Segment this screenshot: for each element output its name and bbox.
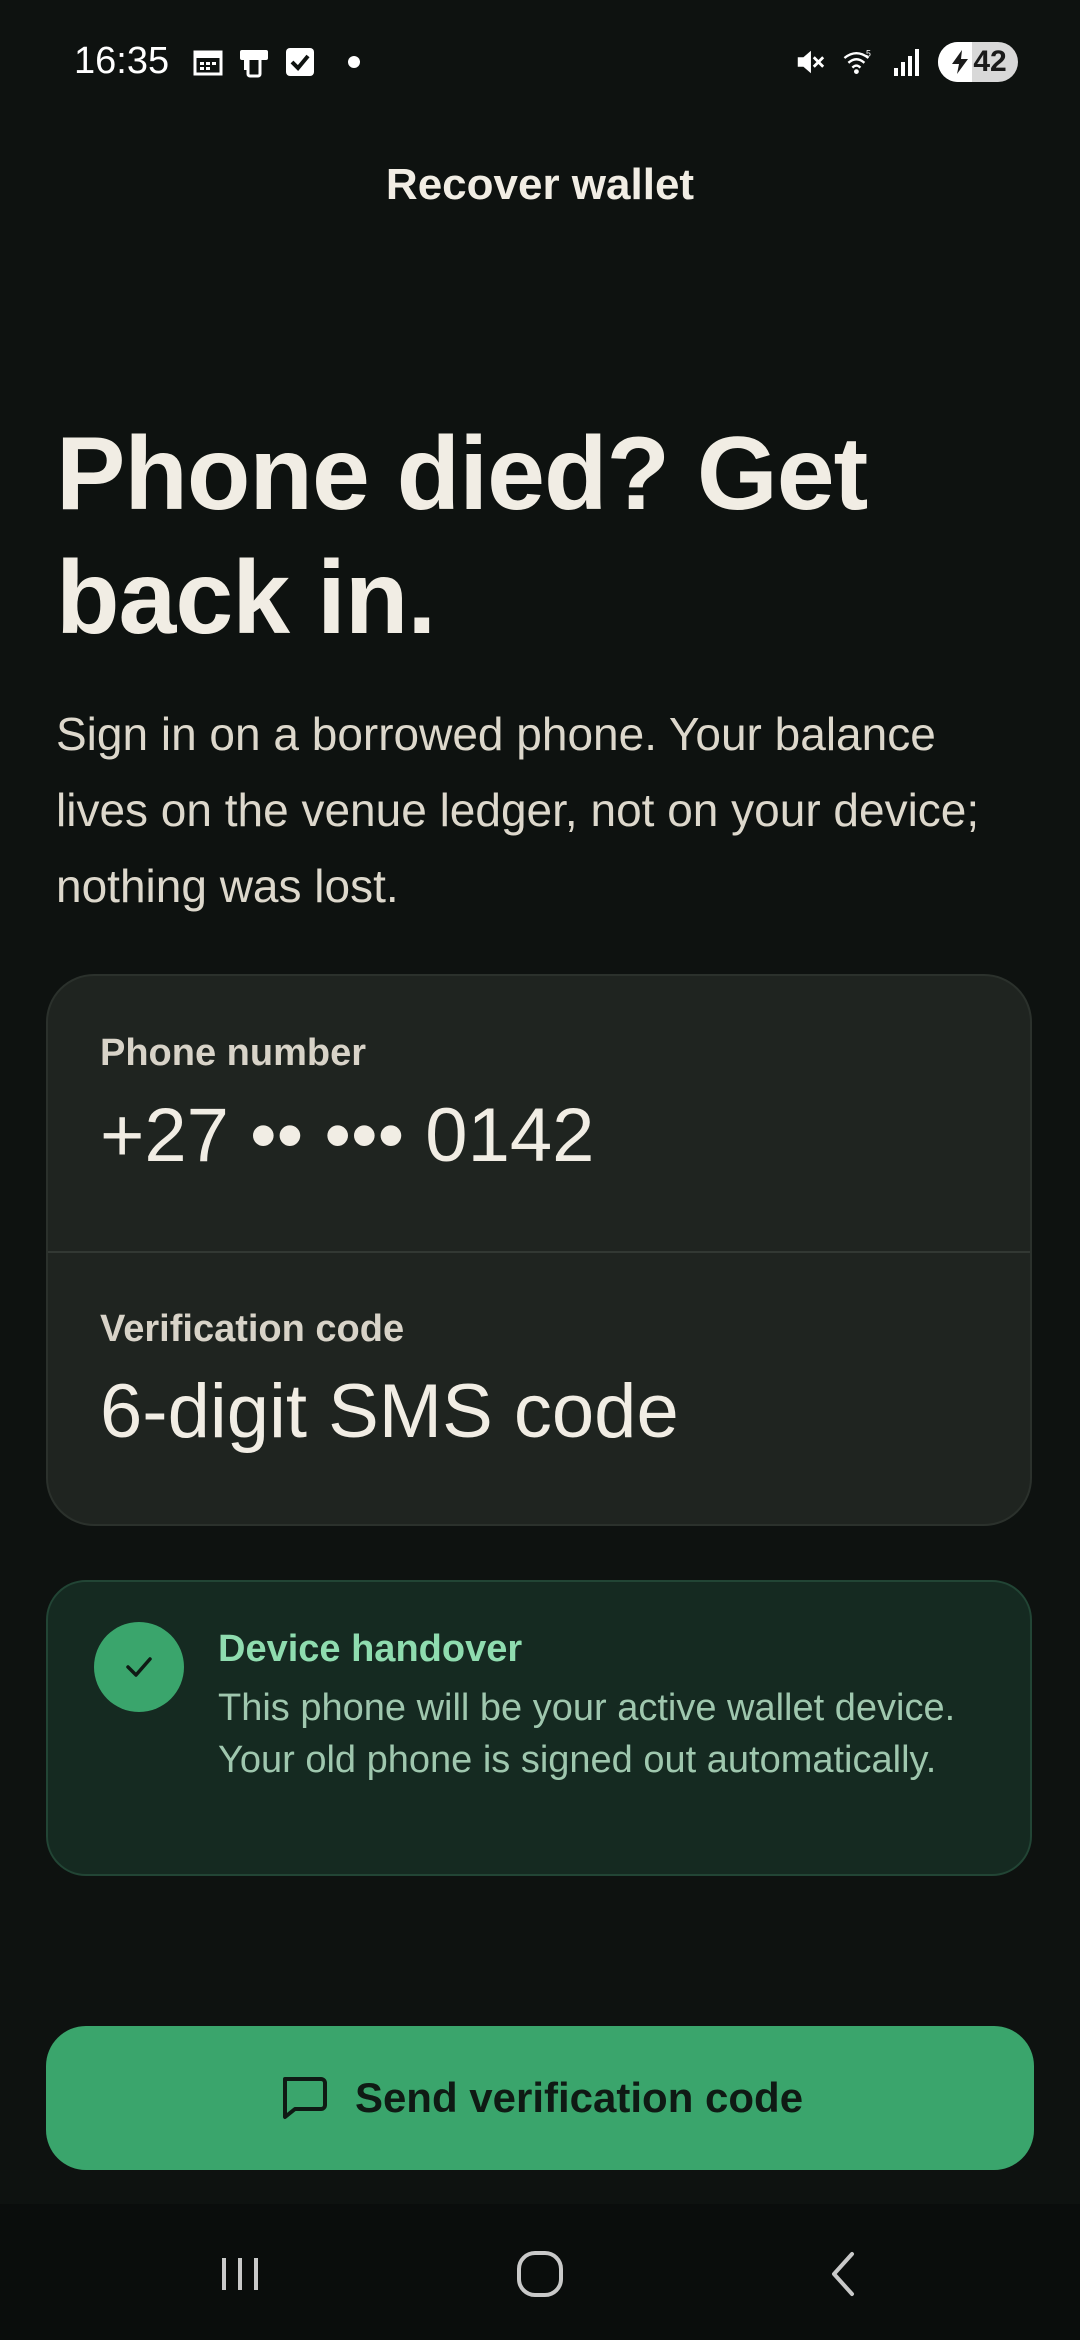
send-verification-code-label: Send verification code [354, 2074, 804, 2121]
hero-title: Phone died? Get back in. [56, 416, 868, 656]
back-icon[interactable] [804, 2244, 884, 2304]
check-icon [94, 1622, 184, 1712]
checkbox-icon [284, 46, 316, 78]
home-icon[interactable] [500, 2244, 580, 2304]
battery-percentage: 42 [973, 45, 1007, 78]
wifi-icon: 5 [842, 46, 874, 78]
battery-icon: 42 [938, 42, 1018, 82]
status-bar: 16:35 5 42 [0, 0, 1080, 130]
status-right-icons: 5 42 [794, 42, 1018, 82]
charging-bolt-icon [952, 50, 969, 74]
phone-number-field[interactable]: Phone number [48, 976, 1030, 1252]
calendar-icon [192, 46, 224, 78]
mute-icon [794, 46, 826, 78]
screen-title: Recover wallet [385, 160, 695, 209]
phone-number-input[interactable] [100, 1092, 980, 1179]
message-icon [277, 2071, 329, 2126]
svg-text:5: 5 [866, 48, 871, 58]
notification-dot [348, 56, 360, 68]
device-handover-notice: Device handover This phone will be your … [46, 1580, 1032, 1876]
hero-body: Sign in on a borrowed phone. Your balanc… [56, 708, 980, 912]
status-left-icons [192, 46, 360, 78]
recovery-form-card: Phone number Verification code [46, 974, 1032, 1526]
send-verification-code-button[interactable]: Send verification code [46, 2026, 1034, 2170]
verification-code-input[interactable] [100, 1368, 980, 1455]
recents-icon[interactable] [200, 2244, 280, 2304]
phone-transfer-icon [238, 46, 270, 78]
verification-code-label: Verification code [100, 1308, 405, 1350]
notice-text: This phone will be your active wallet de… [218, 1687, 956, 1781]
phone-number-label: Phone number [100, 1032, 367, 1074]
verification-code-field[interactable]: Verification code [48, 1252, 1030, 1524]
status-time: 16:35 [74, 40, 170, 82]
system-navigation-bar [0, 2204, 1080, 2340]
notice-title: Device handover [218, 1628, 523, 1670]
signal-icon [890, 46, 922, 78]
